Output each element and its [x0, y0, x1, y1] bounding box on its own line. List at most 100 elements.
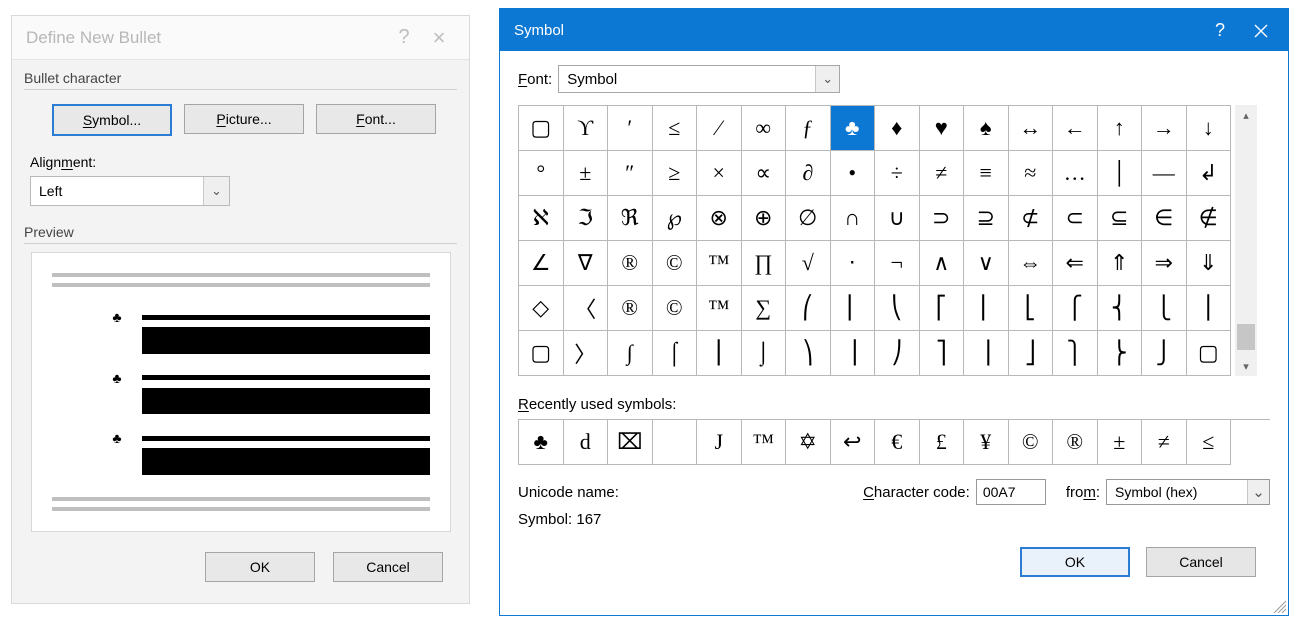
recent-symbol-cell[interactable]: £ — [920, 420, 965, 465]
symbol-cell[interactable]: ∧ — [920, 241, 965, 286]
symbol-button[interactable]: Symbol... — [52, 104, 172, 136]
symbol-cell[interactable]: ▢ — [1187, 331, 1232, 376]
recent-symbol-cell[interactable]: © — [1009, 420, 1054, 465]
symbol-cell[interactable]: ⎥ — [964, 331, 1009, 376]
symbol-cell[interactable]: │ — [1098, 151, 1143, 196]
from-combo[interactable]: Symbol (hex) ⌄ — [1106, 479, 1270, 505]
symbol-cell[interactable]: × — [697, 151, 742, 196]
recent-symbol-cell[interactable]: ↩ — [831, 420, 876, 465]
symbol-cell[interactable]: ⎨ — [1098, 286, 1143, 331]
symbol-cell[interactable]: ↑ — [1098, 106, 1143, 151]
recent-symbol-cell[interactable]: J — [697, 420, 742, 465]
symbol-cell[interactable]: ⎪ — [1187, 286, 1232, 331]
symbol-cell[interactable]: ⌡ — [742, 331, 787, 376]
symbol-cell[interactable]: ∂ — [786, 151, 831, 196]
recent-symbol-cell[interactable] — [653, 420, 698, 465]
font-button[interactable]: Font... — [316, 104, 436, 134]
symbol-cell[interactable]: ⎤ — [920, 331, 965, 376]
symbol-cell[interactable]: ℘ — [653, 196, 698, 241]
symbol-cell[interactable]: ⎭ — [1142, 331, 1187, 376]
symbol-cell[interactable]: ⌠ — [653, 331, 698, 376]
symbol-cell[interactable]: ⎦ — [1009, 331, 1054, 376]
symbol-cell[interactable]: → — [1142, 106, 1187, 151]
symbol-cell[interactable]: ⇓ — [1187, 241, 1232, 286]
symbol-cell[interactable]: ↓ — [1187, 106, 1232, 151]
symbol-cell[interactable]: ∇ — [564, 241, 609, 286]
symbol-cell[interactable]: √ — [786, 241, 831, 286]
recent-symbol-cell[interactable]: ✡ — [786, 420, 831, 465]
symbol-cell[interactable]: ▢ — [519, 331, 564, 376]
symbol-cell[interactable]: ⇒ — [1142, 241, 1187, 286]
close-icon[interactable] — [1240, 22, 1282, 39]
recent-symbol-cell[interactable]: ♣ — [519, 420, 564, 465]
symbol-cell[interactable]: ⊕ — [742, 196, 787, 241]
symbol-cell[interactable]: ⎬ — [1098, 331, 1143, 376]
symbol-cell[interactable]: ⎧ — [1053, 286, 1098, 331]
symbol-cell[interactable]: ≠ — [920, 151, 965, 196]
symbol-cell[interactable]: ∫ — [608, 331, 653, 376]
symbol-cell[interactable]: ⎛ — [786, 286, 831, 331]
symbol-cell[interactable]: … — [1053, 151, 1098, 196]
ok-button[interactable]: OK — [205, 552, 315, 582]
symbol-cell[interactable]: ® — [608, 286, 653, 331]
symbol-cell[interactable]: ⇔ — [1009, 241, 1054, 286]
symbol-cell[interactable]: ∨ — [964, 241, 1009, 286]
scroll-thumb[interactable] — [1237, 324, 1255, 350]
symbol-cell[interactable]: ⎜ — [831, 286, 876, 331]
alignment-combo[interactable]: Left ⌄ — [30, 176, 230, 206]
recent-symbols-grid[interactable]: ♣d⌧ J™✡↩€£¥©®±≠≤ — [518, 419, 1270, 465]
symbol-cell[interactable]: ⎞ — [786, 331, 831, 376]
symbol-cell[interactable]: ∠ — [519, 241, 564, 286]
scroll-down-icon[interactable]: ▾ — [1235, 356, 1257, 376]
symbol-cell[interactable]: ∉ — [1187, 196, 1232, 241]
recent-symbol-cell[interactable]: ® — [1053, 420, 1098, 465]
symbol-cell[interactable]: ƒ — [786, 106, 831, 151]
recent-symbol-cell[interactable]: ± — [1098, 420, 1143, 465]
recent-symbol-cell[interactable]: ™ — [742, 420, 787, 465]
symbol-cell[interactable]: 〉 — [564, 331, 609, 376]
symbol-cell[interactable]: ∞ — [742, 106, 787, 151]
symbol-cell[interactable]: ◇ — [519, 286, 564, 331]
symbol-cell[interactable]: ″ — [608, 151, 653, 196]
symbol-cell[interactable]: ♥ — [920, 106, 965, 151]
symbol-cell[interactable]: ⊇ — [964, 196, 1009, 241]
close-icon[interactable]: × — [419, 25, 459, 51]
picture-button[interactable]: Picture... — [184, 104, 304, 134]
help-icon[interactable]: ? — [1200, 20, 1240, 41]
symbol-cell[interactable]: ↔ — [1009, 106, 1054, 151]
symbol-cell[interactable]: ℑ — [564, 196, 609, 241]
symbol-cell[interactable]: ▢ — [519, 106, 564, 151]
symbol-cell[interactable]: ⇑ — [1098, 241, 1143, 286]
scrollbar[interactable]: ▴ ▾ — [1235, 105, 1257, 376]
symbol-cell[interactable]: 〈 — [564, 286, 609, 331]
symbol-cell[interactable]: ← — [1053, 106, 1098, 151]
symbol-cell[interactable]: ♣ — [831, 106, 876, 151]
recent-symbol-cell[interactable]: d — [564, 420, 609, 465]
symbol-cell[interactable]: ∩ — [831, 196, 876, 241]
symbol-cell[interactable]: ™ — [697, 241, 742, 286]
symbol-cell[interactable]: ∪ — [875, 196, 920, 241]
symbol-cell[interactable]: ≈ — [1009, 151, 1054, 196]
help-icon[interactable]: ? — [389, 26, 419, 49]
symbol-cell[interactable]: • — [831, 151, 876, 196]
resize-grip[interactable] — [1272, 599, 1286, 613]
symbol-cell[interactable]: ℜ — [608, 196, 653, 241]
symbol-cell[interactable]: ∈ — [1142, 196, 1187, 241]
symbol-cell[interactable]: ⎩ — [1142, 286, 1187, 331]
symbol-cell[interactable]: ⊂ — [1053, 196, 1098, 241]
symbol-cell[interactable]: ⎠ — [875, 331, 920, 376]
font-combo[interactable]: Symbol ⌄ — [558, 65, 840, 93]
symbol-cell[interactable]: ≥ — [653, 151, 698, 196]
recent-symbol-cell[interactable]: € — [875, 420, 920, 465]
symbol-cell[interactable]: ∝ — [742, 151, 787, 196]
symbol-cell[interactable]: ♠ — [964, 106, 1009, 151]
symbol-cell[interactable]: ℵ — [519, 196, 564, 241]
symbol-cell[interactable]: ® — [608, 241, 653, 286]
symbol-cell[interactable]: ♦ — [875, 106, 920, 151]
symbol-cell[interactable]: ⋅ — [831, 241, 876, 286]
recent-symbol-cell[interactable]: ≤ — [1187, 420, 1232, 465]
symbol-cell[interactable]: ⁄ — [697, 106, 742, 151]
symbol-cell[interactable]: ° — [519, 151, 564, 196]
symbol-cell[interactable]: — — [1142, 151, 1187, 196]
symbol-cell[interactable]: ≤ — [653, 106, 698, 151]
